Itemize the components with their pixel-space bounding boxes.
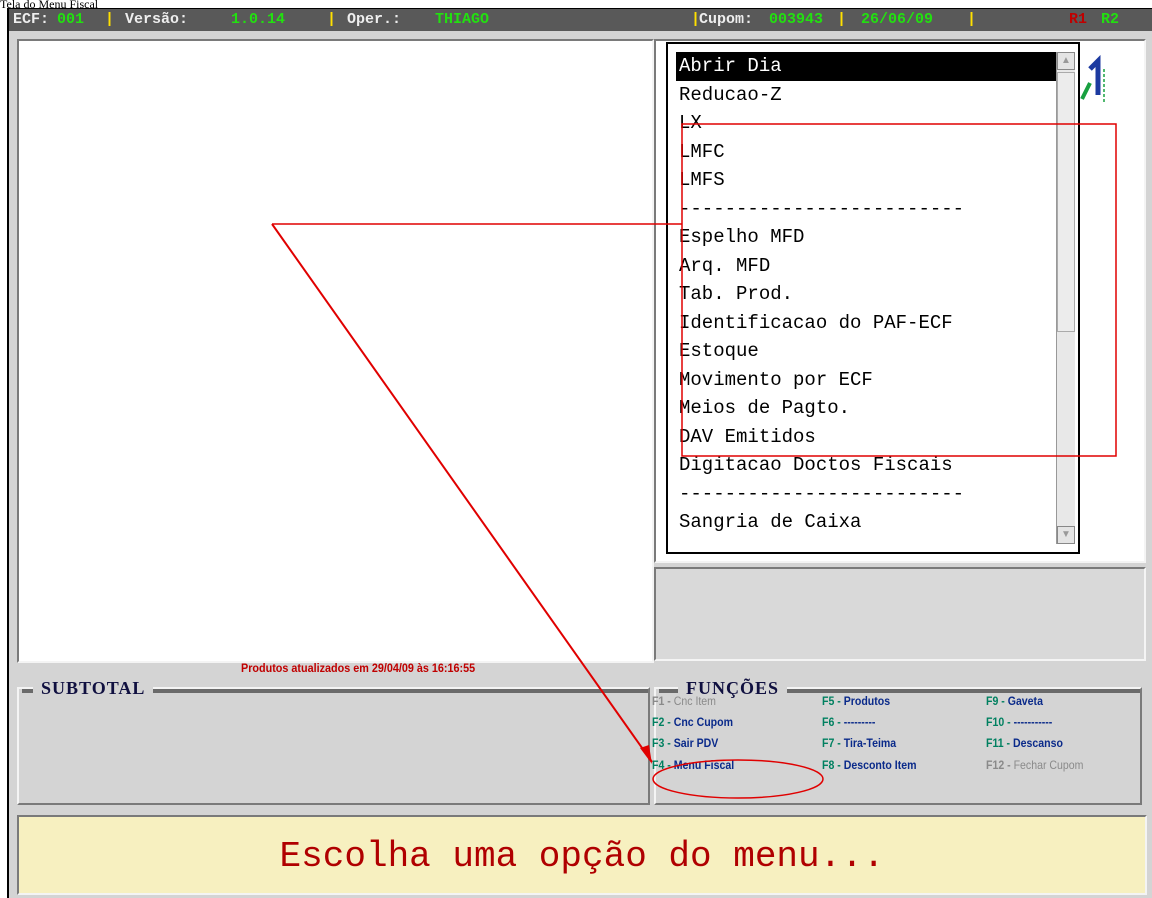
function-key-code: F12 (986, 758, 1005, 772)
menu-item[interactable]: Reducao-Z (676, 81, 1056, 110)
function-key-f12[interactable]: F12 - Fechar Cupom (986, 758, 1083, 772)
menu-item[interactable]: LX (676, 109, 1056, 138)
function-key-label: ----------- (1013, 715, 1053, 729)
versao-label: Versão: (125, 11, 189, 28)
menu-item[interactable]: ------------------------- (676, 480, 1056, 509)
function-key-code: F2 (652, 715, 665, 729)
function-key-code: F5 (822, 694, 835, 708)
fiscal-menu: Abrir Dia Reducao-Z LX LMFC LMFS ------------… (666, 42, 1080, 554)
function-key-label: Cnc Item (673, 694, 716, 708)
menu-item[interactable]: Tab. Prod. (676, 280, 1056, 309)
function-key-label: Cnc Cupom (673, 715, 733, 729)
menu-item[interactable]: Identificacao do PAF-ECF (676, 309, 1056, 338)
function-key-code: F10 (986, 715, 1005, 729)
menu-item[interactable]: Digitacao Doctos Fiscais (676, 451, 1056, 480)
function-key-label: Sair PDV (673, 736, 719, 750)
menu-item[interactable]: Sangria de Caixa (676, 508, 1056, 537)
menu-item[interactable]: Movimento por ECF (676, 366, 1056, 395)
function-key-f11[interactable]: F11 - Descanso (986, 736, 1063, 750)
page-caption: Tela do Menu Fiscal (0, 0, 99, 8)
menu-item[interactable]: ------------------------- (676, 195, 1056, 224)
brand-logo-icon (1080, 55, 1105, 103)
function-key-label: Gaveta (1007, 694, 1043, 708)
menu-item[interactable]: Espelho MFD (676, 223, 1056, 252)
function-key-f6[interactable]: F6 - --------- (822, 715, 875, 729)
prompt-message: Escolha uma opção do menu... (17, 815, 1147, 895)
menu-list[interactable]: Abrir Dia Reducao-Z LX LMFC LMFS ------------… (676, 52, 1056, 544)
function-key-code: F1 (652, 694, 665, 708)
subtotal-title: SUBTOTAL (33, 678, 154, 699)
function-key-f9[interactable]: F9 - Gaveta (986, 694, 1043, 708)
menu-scrollbar[interactable]: ▲ ▼ (1056, 52, 1075, 544)
function-key-code: F11 (986, 736, 1004, 750)
menu-item[interactable]: LMFC (676, 138, 1056, 167)
function-key-f1[interactable]: F1 - Cnc Item (652, 694, 716, 708)
menu-item[interactable]: DAV Emitidos (676, 423, 1056, 452)
scroll-thumb[interactable] (1057, 72, 1075, 332)
separator: | (837, 11, 847, 28)
scroll-up-icon[interactable]: ▲ (1057, 52, 1075, 70)
ecf-value: 001 (57, 11, 85, 28)
function-key-label: Tira-Teima (843, 736, 897, 750)
separator: | (327, 11, 337, 28)
function-key-f7[interactable]: F7 - Tira-Teima (822, 736, 896, 750)
function-key-code: F8 (822, 758, 835, 772)
function-key-f4[interactable]: F4 - Menu Fiscal (652, 758, 734, 772)
menu-item[interactable]: Abrir Dia (676, 52, 1056, 81)
menu-item[interactable]: Arq. MFD (676, 252, 1056, 281)
function-key-code: F6 (822, 715, 835, 729)
function-key-code: F7 (822, 736, 835, 750)
menu-item[interactable]: LMFS (676, 166, 1056, 195)
function-key-code: F3 (652, 736, 665, 750)
r1-indicator: R1 (1069, 11, 1088, 28)
menu-item[interactable]: Estoque (676, 337, 1056, 366)
function-key-f10[interactable]: F10 - ----------- (986, 715, 1052, 729)
oper-label: Oper.: (347, 11, 402, 28)
function-key-f3[interactable]: F3 - Sair PDV (652, 736, 718, 750)
versao-value: 1.0.14 (231, 11, 286, 28)
function-key-label: Fechar Cupom (1013, 758, 1084, 772)
oper-value: THIAGO (435, 11, 490, 28)
status-bar: ECF: 001 | Versão: 1.0.14 | Oper.: THIAG… (9, 9, 1152, 31)
menu-item[interactable]: Meios de Pagto. (676, 394, 1056, 423)
function-key-label: --------- (843, 715, 876, 729)
function-key-f5[interactable]: F5 - Produtos (822, 694, 890, 708)
items-panel (17, 39, 654, 663)
ecf-label: ECF: (13, 11, 50, 28)
cupom-label: Cupom: (699, 11, 754, 28)
function-key-label: Menu Fiscal (673, 758, 735, 772)
function-key-label: Produtos (843, 694, 891, 708)
separator: | (967, 11, 977, 28)
subtotal-group: SUBTOTAL (17, 678, 650, 805)
function-key-code: F9 (986, 694, 999, 708)
scroll-down-icon[interactable]: ▼ (1057, 526, 1075, 544)
products-updated-note: Produtos atualizados em 29/04/09 às 16:1… (241, 661, 476, 675)
cupom-value: 003943 (769, 11, 824, 28)
functions-group: FUNÇÕES (654, 678, 1142, 805)
info-panel (654, 567, 1146, 661)
function-key-label: Desconto Item (843, 758, 917, 772)
function-key-label: Descanso (1013, 736, 1063, 750)
separator: | (105, 11, 115, 28)
function-key-f2[interactable]: F2 - Cnc Cupom (652, 715, 733, 729)
function-key-f8[interactable]: F8 - Desconto Item (822, 758, 916, 772)
function-key-code: F4 (652, 758, 665, 772)
date-value: 26/06/09 (861, 11, 934, 28)
r2-indicator: R2 (1101, 11, 1120, 28)
